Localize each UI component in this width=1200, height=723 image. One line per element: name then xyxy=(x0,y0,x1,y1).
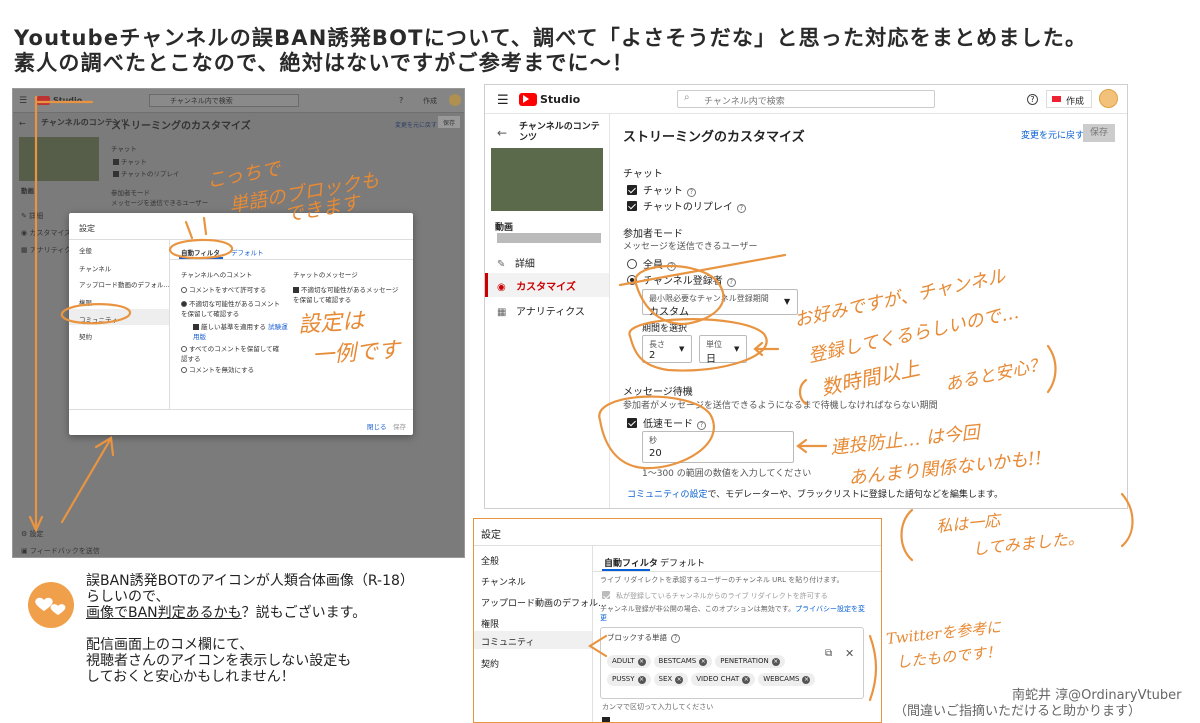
heart-icon xyxy=(28,582,74,628)
annotation-example-2: 一例です xyxy=(311,337,401,370)
a3-right-paren xyxy=(1046,344,1057,394)
right-paren xyxy=(1120,492,1134,548)
twitter-bracket xyxy=(868,634,878,702)
left-paren xyxy=(900,508,914,562)
slow-mode-circle xyxy=(598,395,715,470)
community-circle xyxy=(60,303,132,325)
annotation-example-1: 設定は xyxy=(297,308,365,339)
diagonal-arrow-line xyxy=(60,438,112,524)
note-underlined-text: 画像でBAN判定あるかも xyxy=(86,605,242,621)
sparkle-lines xyxy=(184,216,208,240)
note-line-6: しておくと安心かもしれません！ xyxy=(86,669,295,685)
auto-filter-circle xyxy=(168,238,234,260)
note-line-3: 画像でBAN判定あるかも？説もございます。 xyxy=(86,605,367,621)
a3-left-paren xyxy=(798,378,808,406)
slow-mode-arrow xyxy=(796,438,828,454)
blocked-words-bracket xyxy=(587,634,608,658)
period-circle xyxy=(628,318,768,372)
credit-note: （間違いご指摘いただけると助かります） xyxy=(894,704,1142,719)
up-arrowhead xyxy=(94,436,115,457)
